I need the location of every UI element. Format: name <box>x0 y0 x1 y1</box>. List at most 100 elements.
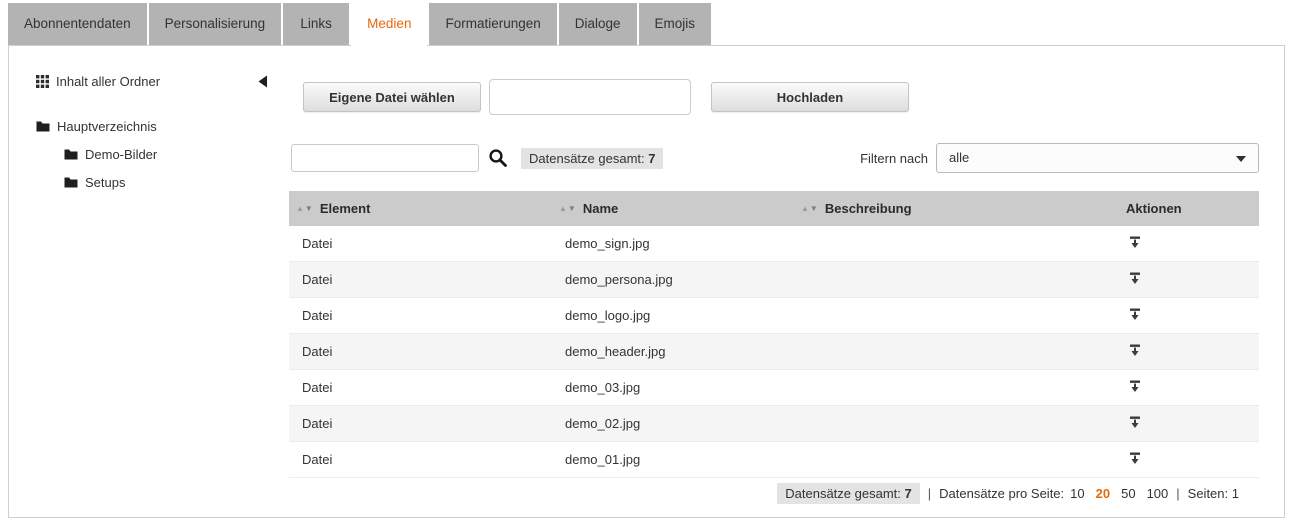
column-label: Aktionen <box>1126 201 1182 216</box>
cell-actions <box>1119 343 1259 361</box>
search-input[interactable] <box>291 144 479 172</box>
folder-icon <box>64 148 78 160</box>
cell-name: demo_header.jpg <box>552 344 794 359</box>
download-icon[interactable] <box>1127 415 1143 430</box>
sort-icons[interactable]: ▲▼ <box>801 204 819 213</box>
table-row[interactable]: Datei demo_persona.jpg <box>289 262 1259 298</box>
tab[interactable]: Abonnentendaten <box>8 3 147 45</box>
choose-file-button[interactable]: Eigene Datei wählen <box>303 82 481 112</box>
pages-caption: Seiten: <box>1188 486 1228 501</box>
pagination-total-value: 7 <box>905 486 912 501</box>
table-row[interactable]: Datei demo_01.jpg <box>289 442 1259 478</box>
table-row[interactable]: Datei demo_header.jpg <box>289 334 1259 370</box>
folder-icon <box>36 120 50 132</box>
sort-asc-icon[interactable]: ▲ <box>296 204 305 213</box>
cell-name: demo_sign.jpg <box>552 236 794 251</box>
tab[interactable]: Personalisierung <box>149 3 282 45</box>
filename-field[interactable] <box>489 79 691 115</box>
per-page-option[interactable]: 10 <box>1070 486 1084 501</box>
upload-button[interactable]: Hochladen <box>711 82 909 112</box>
download-icon[interactable] <box>1127 307 1143 322</box>
sort-desc-icon[interactable]: ▼ <box>810 204 819 213</box>
content-panel: Inhalt aller Ordner Hauptverzeichnis Dem… <box>8 45 1285 518</box>
search-icon[interactable] <box>488 148 508 168</box>
tab[interactable]: Medien <box>351 3 427 47</box>
per-page-option[interactable]: 100 <box>1147 486 1169 501</box>
cell-name: demo_02.jpg <box>552 416 794 431</box>
download-icon[interactable] <box>1127 343 1143 358</box>
cell-name: demo_01.jpg <box>552 452 794 467</box>
pagination-total-label: Datensätze gesamt: <box>785 486 901 501</box>
cell-element: Datei <box>289 272 552 287</box>
pagination-total-badge: Datensätze gesamt: 7 <box>777 483 919 504</box>
tab[interactable]: Formatierungen <box>429 3 556 45</box>
cell-name: demo_logo.jpg <box>552 308 794 323</box>
cell-element: Datei <box>289 452 552 467</box>
per-page-option[interactable]: 50 <box>1121 486 1135 501</box>
folder-item[interactable]: Setups <box>36 168 276 196</box>
table-row[interactable]: Datei demo_logo.jpg <box>289 298 1259 334</box>
media-table: ▲▼ Element ▲▼ Name ▲▼ Beschreibung <box>289 191 1259 478</box>
per-page-options: 10 20 50 100 <box>1070 486 1168 501</box>
sort-icons[interactable]: ▲▼ <box>296 204 314 213</box>
table-body: Datei demo_sign.jpg <box>289 226 1259 478</box>
folder-label: Hauptverzeichnis <box>57 119 157 134</box>
table-column-header[interactable]: ▲▼ Aktionen <box>1119 201 1259 216</box>
folder-label: Setups <box>85 175 125 190</box>
per-page-option[interactable]: 20 <box>1096 486 1110 501</box>
column-label: Element <box>320 201 371 216</box>
cell-actions <box>1119 415 1259 433</box>
folder-tree: Hauptverzeichnis Demo-Bilder Setups <box>36 112 276 196</box>
column-label: Beschreibung <box>825 201 912 216</box>
download-icon[interactable] <box>1127 451 1143 466</box>
folder-item[interactable]: Demo-Bilder <box>36 140 276 168</box>
folder-icon <box>64 176 78 188</box>
grid-icon <box>36 75 49 88</box>
records-total-value: 7 <box>648 151 655 166</box>
separator: | <box>928 486 931 501</box>
cell-actions <box>1119 307 1259 325</box>
table-row[interactable]: Datei demo_03.jpg <box>289 370 1259 406</box>
filter-label: Filtern nach <box>860 151 928 166</box>
cell-name: demo_persona.jpg <box>552 272 794 287</box>
pagination-bar: Datensätze gesamt: 7 | Datensätze pro Se… <box>764 483 1239 504</box>
search-row: Datensätze gesamt: 7 Filtern nach alle <box>291 143 1259 173</box>
download-icon[interactable] <box>1127 379 1143 394</box>
cell-element: Datei <box>289 380 552 395</box>
column-label: Name <box>583 201 618 216</box>
cell-name: demo_03.jpg <box>552 380 794 395</box>
folder-item[interactable]: Hauptverzeichnis <box>36 112 276 140</box>
chevron-down-icon <box>1236 156 1246 162</box>
folder-label: Demo-Bilder <box>85 147 157 162</box>
sort-asc-icon[interactable]: ▲ <box>801 204 810 213</box>
table-column-header[interactable]: ▲▼ Name <box>552 201 794 216</box>
table-header-row: ▲▼ Element ▲▼ Name ▲▼ Beschreibung <box>289 191 1259 226</box>
collapse-sidebar-icon[interactable] <box>258 75 267 88</box>
sidebar-header: Inhalt aller Ordner <box>36 74 267 89</box>
cell-actions <box>1119 235 1259 253</box>
download-icon[interactable] <box>1127 235 1143 250</box>
table-column-header[interactable]: ▲▼ Element <box>289 201 552 216</box>
tab-bar: Abonnentendaten Personalisierung Links M… <box>8 3 711 47</box>
tab[interactable]: Emojis <box>639 3 712 45</box>
sort-icons[interactable]: ▲▼ <box>559 204 577 213</box>
table-row[interactable]: Datei demo_02.jpg <box>289 406 1259 442</box>
sidebar-title: Inhalt aller Ordner <box>56 74 160 89</box>
table-row[interactable]: Datei demo_sign.jpg <box>289 226 1259 262</box>
records-total-badge: Datensätze gesamt: 7 <box>521 148 663 169</box>
records-total-label: Datensätze gesamt: <box>529 151 645 166</box>
sort-desc-icon[interactable]: ▼ <box>568 204 577 213</box>
filter-selected-value: alle <box>949 150 969 165</box>
tab[interactable]: Dialoge <box>559 3 637 45</box>
separator: | <box>1176 486 1179 501</box>
main-area: Eigene Datei wählen Hochladen Datensätze… <box>289 46 1259 519</box>
tab[interactable]: Links <box>283 3 349 45</box>
cell-actions <box>1119 451 1259 469</box>
sort-asc-icon[interactable]: ▲ <box>559 204 568 213</box>
upload-row: Eigene Datei wählen Hochladen <box>303 79 909 115</box>
sort-desc-icon[interactable]: ▼ <box>305 204 314 213</box>
pages-label: Seiten: 1 <box>1188 486 1239 501</box>
table-column-header[interactable]: ▲▼ Beschreibung <box>794 201 1119 216</box>
filter-dropdown[interactable]: alle <box>936 143 1259 173</box>
download-icon[interactable] <box>1127 271 1143 286</box>
